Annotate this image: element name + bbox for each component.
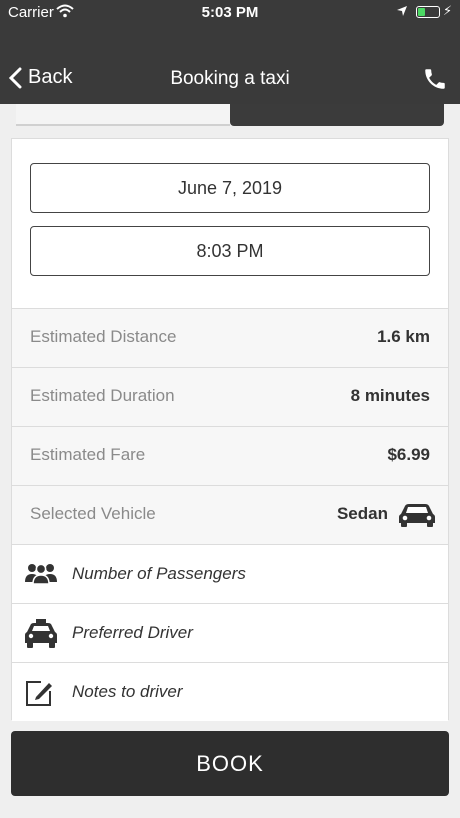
estimated-duration-value: 8 minutes xyxy=(350,386,430,405)
estimated-distance-value: 1.6 km xyxy=(377,327,430,346)
selected-vehicle-row[interactable]: Selected Vehicle Sedan xyxy=(12,486,448,544)
estimated-duration-label: Estimated Duration xyxy=(30,386,175,405)
page-title: Booking a taxi xyxy=(170,68,290,89)
selected-vehicle-value: Sedan xyxy=(336,504,388,523)
charging-bolt-icon: ⚡ xyxy=(443,3,453,18)
navigation-bar: Back Booking a taxi xyxy=(0,24,460,104)
notes-to-driver-label: Notes to driver xyxy=(72,682,183,701)
edit-note-icon xyxy=(24,678,54,713)
preferred-driver-label: Preferred Driver xyxy=(72,623,193,642)
preferred-driver-row[interactable]: Preferred Driver xyxy=(12,604,448,662)
tab-right[interactable] xyxy=(230,104,444,126)
estimated-duration-row: Estimated Duration 8 minutes xyxy=(12,368,448,426)
clock: 5:03 PM xyxy=(201,4,259,21)
number-of-passengers-label: Number of Passengers xyxy=(72,564,246,583)
estimated-distance-row: Estimated Distance 1.6 km xyxy=(12,309,448,367)
date-picker-button[interactable]: June 7, 2019 xyxy=(30,163,430,213)
taxi-icon xyxy=(24,619,58,654)
passengers-icon xyxy=(24,560,58,591)
notes-to-driver-row[interactable]: Notes to driver xyxy=(12,663,448,721)
number-of-passengers-row[interactable]: Number of Passengers xyxy=(12,545,448,603)
time-picker-button[interactable]: 8:03 PM xyxy=(30,226,430,276)
status-bar: Carrier 5:03 PM ⚡ xyxy=(0,0,460,24)
selected-vehicle-label: Selected Vehicle xyxy=(30,504,156,523)
estimated-fare-value: $6.99 xyxy=(387,445,430,464)
trip-tabs xyxy=(12,104,448,128)
sedan-icon xyxy=(398,502,436,533)
booking-card: June 7, 2019 8:03 PM Estimated Distance … xyxy=(11,138,449,721)
location-arrow-icon xyxy=(396,4,408,21)
book-button[interactable]: BOOK xyxy=(11,731,449,796)
estimated-fare-row: Estimated Fare $6.99 xyxy=(12,427,448,485)
phone-icon[interactable] xyxy=(422,66,448,97)
estimated-fare-label: Estimated Fare xyxy=(30,445,146,464)
estimated-distance-label: Estimated Distance xyxy=(30,327,177,346)
battery-icon xyxy=(416,6,440,18)
tab-left[interactable] xyxy=(16,104,230,126)
